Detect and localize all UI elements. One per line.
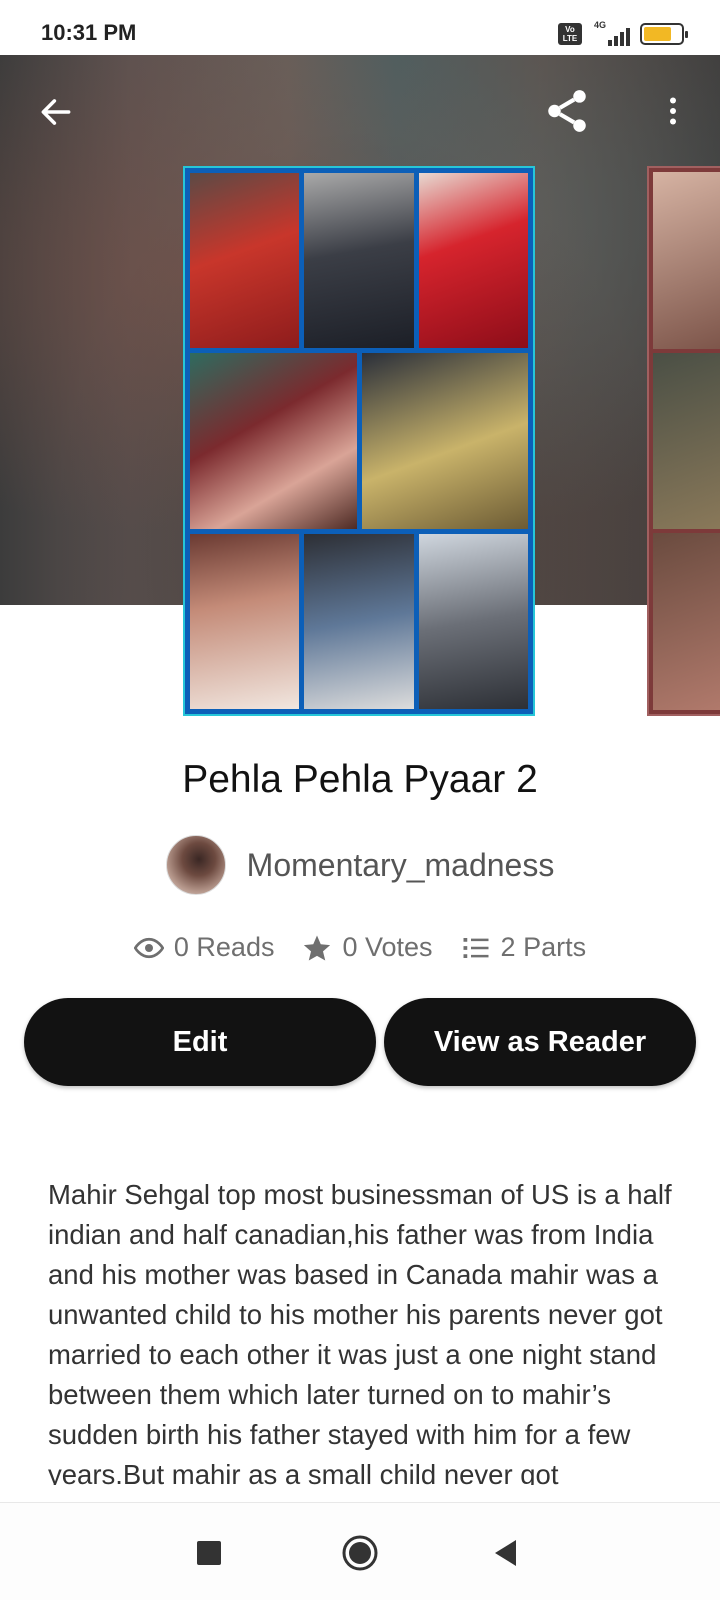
story-description: Mahir Sehgal top most businessman of US … — [48, 1179, 672, 1485]
author-name[interactable]: Momentary_madness — [247, 847, 555, 884]
star-icon — [304, 935, 331, 960]
next-story-cover-image[interactable] — [647, 166, 720, 716]
circle-icon — [342, 1535, 378, 1571]
story-cover-image[interactable] — [183, 166, 535, 716]
battery-icon — [640, 23, 688, 45]
votes-stat: 0 Votes — [302, 932, 433, 963]
list-icon — [463, 937, 489, 958]
story-title: Pehla Pehla Pyaar 2 — [182, 758, 538, 801]
share-button[interactable] — [539, 83, 595, 139]
home-button[interactable] — [338, 1531, 382, 1575]
share-icon — [548, 90, 586, 132]
story-stats: 0 Reads 0 Votes 2 Parts — [0, 932, 720, 963]
more-options-button[interactable] — [645, 83, 701, 139]
parts-count: 2 Parts — [500, 932, 587, 962]
signal-icon: 4G — [592, 20, 630, 46]
parts-stat: 2 Parts — [461, 932, 587, 963]
reads-stat: 0 Reads — [133, 932, 275, 963]
status-bar: 10:31 PM Vo LTE 4G — [0, 0, 720, 55]
view-as-reader-button[interactable]: View as Reader — [384, 998, 696, 1086]
reads-count: 0 Reads — [173, 932, 275, 962]
eye-icon — [133, 937, 164, 958]
back-button[interactable] — [28, 84, 84, 140]
triangle-back-icon — [495, 1540, 516, 1566]
status-time: 10:31 PM — [41, 20, 137, 45]
author-row[interactable]: Momentary_madness — [0, 835, 720, 895]
edit-button[interactable]: Edit — [24, 998, 376, 1086]
status-icons: Vo LTE 4G — [558, 20, 688, 46]
square-icon — [197, 1541, 221, 1565]
arrow-left-icon — [41, 99, 71, 125]
network-type-label: 4G — [594, 20, 607, 30]
volte-icon: Vo LTE — [558, 23, 582, 45]
votes-count: 0 Votes — [342, 932, 433, 962]
nav-back-button[interactable] — [484, 1531, 528, 1575]
recents-button[interactable] — [187, 1531, 231, 1575]
more-vertical-icon — [670, 97, 676, 125]
author-avatar[interactable] — [165, 835, 226, 895]
system-nav-bar — [0, 1502, 720, 1600]
